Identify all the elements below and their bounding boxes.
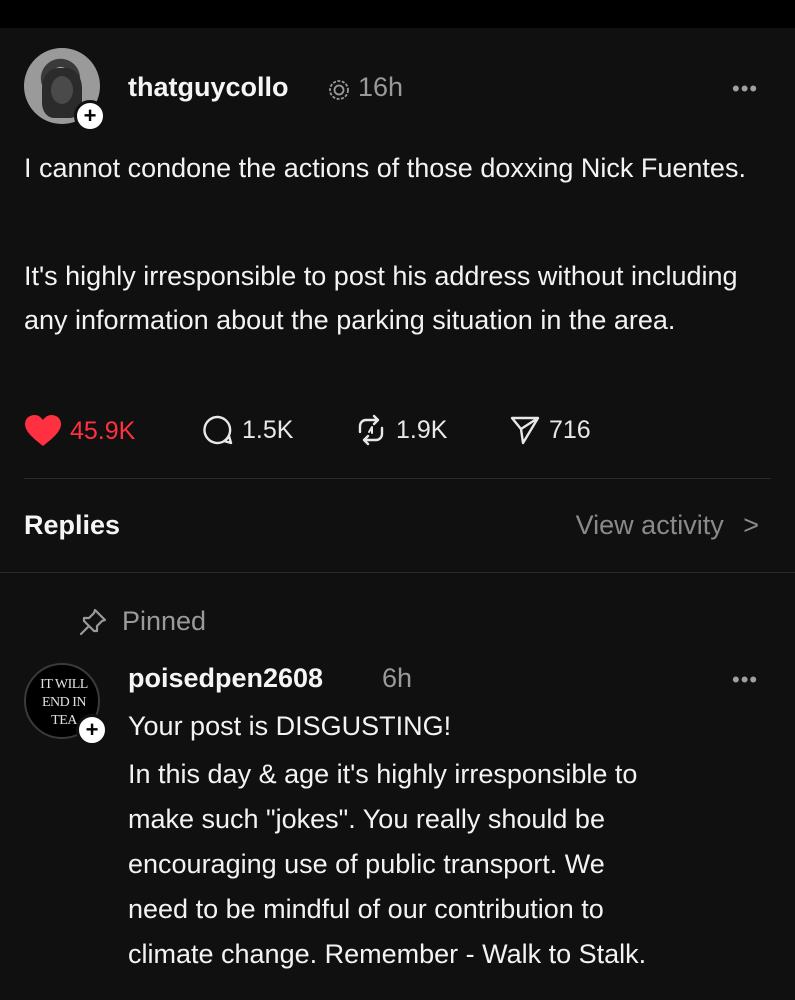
reply-more-options-icon[interactable]: ••• (732, 667, 758, 693)
share-button[interactable]: 716 (509, 414, 591, 446)
pinned-label: Pinned (122, 606, 207, 636)
post-actions: 45.9K 1.5K 1.9K 716 (24, 414, 724, 454)
comment-count: 1.5K (242, 415, 294, 444)
more-options-icon[interactable]: ••• (732, 76, 758, 102)
heart-icon (25, 415, 61, 446)
chevron-right-icon: > (743, 510, 759, 540)
post-time: 16h (358, 72, 404, 102)
verified-badge-icon (328, 79, 350, 106)
avatar-text-line-2: END IN (41, 695, 87, 710)
pin-icon (79, 608, 107, 635)
pinned-indicator: Pinned (78, 606, 206, 637)
comment-icon (203, 415, 233, 445)
replies-heading: Replies (24, 510, 121, 540)
post-paragraph-1: I cannot condone the actions of those do… (24, 153, 746, 183)
author-username[interactable]: thatguycollo (128, 72, 289, 103)
reply-line-3: make such "jokes". You really should be (128, 804, 605, 834)
post-paragraph-2: It's highly irresponsible to post his ad… (24, 261, 738, 335)
divider-top (24, 478, 771, 479)
reply-line-2: In this day & age it's highly irresponsi… (128, 759, 638, 789)
reply-line-5: need to be mindful of our contribution t… (128, 894, 604, 924)
reply-time: 6h (382, 663, 413, 693)
divider-bottom (0, 572, 795, 573)
repost-count: 1.9K (396, 415, 448, 444)
reply-username[interactable]: poisedpen2608 (128, 663, 323, 694)
top-bar (0, 0, 795, 28)
comment-button[interactable]: 1.5K (202, 414, 293, 446)
repost-button[interactable]: 1.9K (354, 414, 447, 446)
send-icon (510, 416, 540, 445)
repost-icon (358, 414, 384, 446)
reply-line-1: Your post is DISGUSTING! (128, 711, 452, 741)
like-count: 45.9K (70, 416, 136, 445)
reply-line-4: encouraging use of public transport. We (128, 849, 605, 879)
follow-reply-plus-icon[interactable]: + (76, 714, 108, 746)
avatar-text-line-1: IT WILL (40, 677, 88, 692)
like-button[interactable]: 45.9K (24, 414, 135, 448)
follow-plus-icon[interactable]: + (74, 100, 106, 132)
share-count: 716 (549, 415, 591, 444)
avatar-face (51, 76, 73, 104)
view-activity-link[interactable]: View activity > (576, 510, 759, 541)
reply-line-6: climate change. Remember - Walk to Stalk… (128, 939, 647, 969)
view-activity-label: View activity (575, 510, 724, 540)
